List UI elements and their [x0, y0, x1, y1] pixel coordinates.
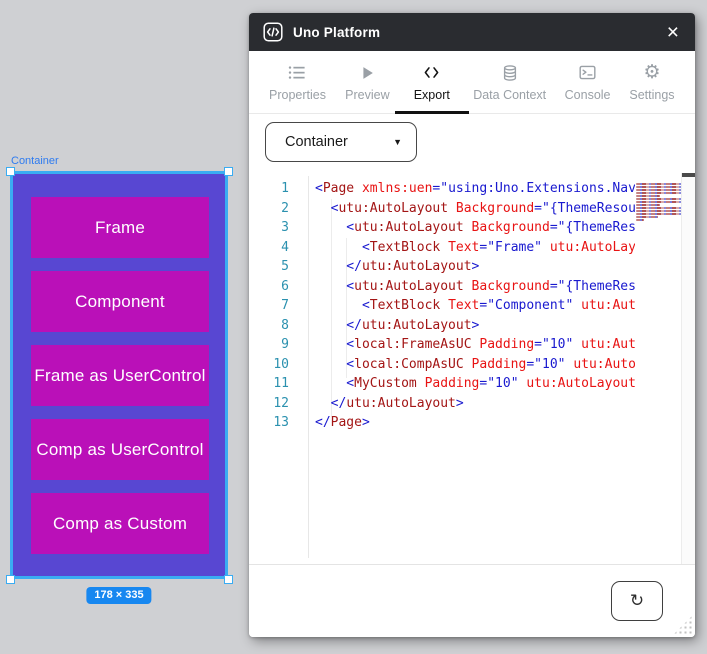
uno-platform-logo-icon: [263, 22, 283, 42]
tab-settings[interactable]: ⚙ Settings: [625, 51, 679, 113]
window-footer: ↻: [249, 564, 695, 637]
line-number: 3: [281, 220, 289, 235]
data-context-icon: [501, 63, 519, 83]
code-line: <local:CompAsUC Padding="10" utu:AutoL: [315, 356, 635, 372]
console-icon: [578, 63, 597, 83]
size-badge: 178 × 335: [86, 587, 152, 604]
line-number-gutter: 1 2 3 4 5 6 7 8 9 10 11 12 13: [255, 179, 289, 433]
line-number: 6: [281, 278, 289, 294]
code-line: </utu:AutoLayout>: [315, 395, 464, 411]
code-line: <TextBlock Text="Frame" utu:AutoLay: [315, 239, 635, 255]
code-line: <Page xmlns:uen="using:Uno.Extensions.Na…: [315, 181, 635, 196]
window-title: Uno Platform: [293, 24, 381, 40]
line-number: 7: [281, 298, 289, 313]
tab-label: Preview: [345, 87, 390, 102]
uno-platform-window: Uno Platform × Properties Preview Export Da…: [249, 13, 695, 637]
line-number: 2: [281, 200, 289, 216]
refresh-icon: ↻: [629, 591, 645, 611]
line-number: 1: [281, 181, 289, 196]
tab-data-context[interactable]: Data Context: [469, 51, 550, 113]
line-number: 5: [281, 259, 289, 274]
code-editor[interactable]: 1 2 3 4 5 6 7 8 9 10 11 12 13 <Page xmlns:uen="using…: [249, 173, 695, 564]
selection-label: Container: [11, 155, 59, 167]
code-line: <TextBlock Text="Component" utu:Aut: [315, 298, 635, 313]
element-selector-value: Container: [285, 134, 348, 150]
code-line: <MyCustom Padding="10" utu:AutoLayout: [315, 376, 635, 391]
tab-label: Export: [413, 87, 450, 102]
code-line: </Page>: [315, 415, 370, 430]
export-icon: [422, 63, 441, 83]
vertical-scrollbar[interactable]: [681, 173, 695, 564]
refresh-button[interactable]: ↻: [611, 581, 663, 621]
canvas-button-comp-as-custom[interactable]: Comp as Custom: [31, 493, 209, 554]
scrollbar-thumb[interactable]: [682, 173, 695, 177]
close-icon[interactable]: ×: [665, 22, 681, 43]
tab-properties[interactable]: Properties: [265, 51, 330, 113]
canvas-button-frame-as-usercontrol[interactable]: Frame as UserControl: [31, 345, 209, 406]
chevron-down-icon: ▼: [393, 137, 402, 147]
properties-icon: [287, 63, 307, 83]
element-selector-dropdown[interactable]: Container ▼: [265, 122, 417, 162]
container-element[interactable]: Frame Component Frame as UserControl Comp a…: [10, 171, 228, 579]
code-line: </utu:AutoLayout>: [315, 317, 480, 333]
line-number: 10: [273, 356, 289, 372]
canvas-button-frame[interactable]: Frame: [31, 197, 209, 258]
line-number: 4: [281, 239, 289, 255]
code-line: <local:FrameAsUC Padding="10" utu:Aut: [315, 337, 635, 352]
minimap[interactable]: [636, 183, 684, 222]
resize-grip[interactable]: [673, 615, 693, 635]
line-number: 8: [281, 317, 289, 333]
code-line: <utu:AutoLayout Background="{ThemeRes: [315, 278, 635, 294]
code-line: <utu:AutoLayout Background="{ThemeRes: [315, 220, 635, 235]
tab-label: Data Context: [473, 87, 547, 102]
code-line: </utu:AutoLayout>: [315, 259, 480, 274]
selection-handle-bottom-left[interactable]: [5, 574, 15, 584]
code-line: <utu:AutoLayout Background="{ThemeResou: [315, 200, 635, 216]
canvas-button-component[interactable]: Component: [31, 271, 209, 332]
settings-icon: ⚙: [643, 61, 661, 83]
selection-handle-top-left[interactable]: [5, 166, 15, 176]
selection-handle-top-right[interactable]: [223, 166, 233, 176]
line-number: 9: [281, 337, 289, 352]
line-number: 13: [273, 415, 289, 430]
tab-label: Properties: [269, 87, 326, 102]
code-content[interactable]: <Page xmlns:uen="using:Uno.Extensions.Na…: [315, 179, 635, 439]
preview-icon: [358, 63, 376, 83]
tab-console[interactable]: Console: [561, 51, 615, 113]
window-titlebar[interactable]: Uno Platform ×: [249, 13, 695, 51]
line-number: 12: [273, 395, 289, 411]
tab-label: Settings: [629, 87, 675, 102]
tab-label: Console: [564, 87, 611, 102]
selection-handle-bottom-right[interactable]: [223, 574, 233, 584]
line-number: 11: [273, 376, 289, 391]
tab-preview[interactable]: Preview: [340, 51, 394, 113]
gutter-separator: [308, 176, 309, 558]
tab-bar: Properties Preview Export Data Context Conso…: [249, 51, 695, 114]
tab-export[interactable]: Export: [405, 51, 459, 113]
canvas-button-comp-as-usercontrol[interactable]: Comp as UserControl: [31, 419, 209, 480]
